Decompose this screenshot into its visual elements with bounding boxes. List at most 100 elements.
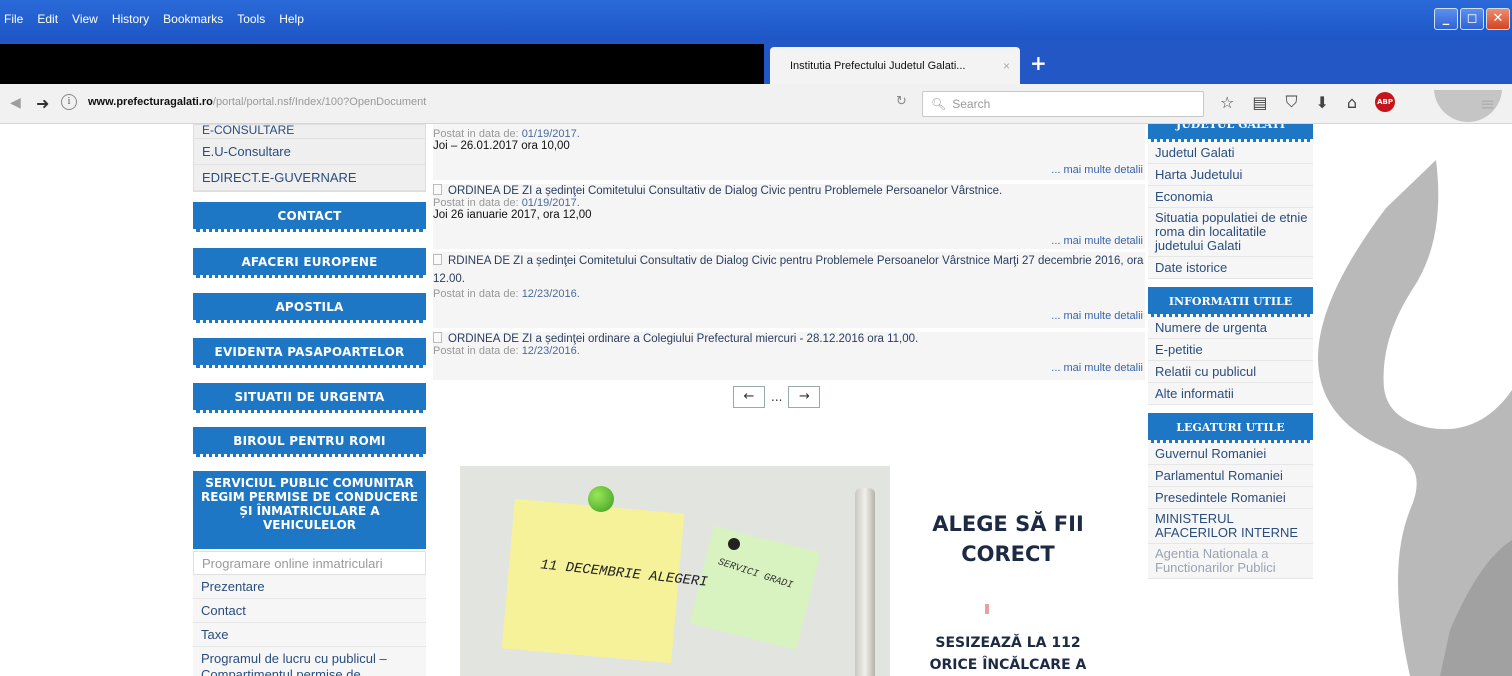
navigation-toolbar: ◀ ➜ i www.prefecturagalati.ro/portal/por… (0, 84, 1512, 124)
minimize-button[interactable]: _ (1434, 8, 1458, 30)
left-menu-item[interactable]: E.U-Consultare (194, 139, 425, 165)
news-item: ORDINEA DE ZI a ședinţei ordinare a Cole… (433, 332, 1145, 380)
news-posted-date: Postat in data de: 12/23/2016. (433, 345, 1145, 357)
menu-help[interactable]: Help (279, 12, 304, 26)
bookmark-star-icon[interactable]: ☆ (1220, 93, 1234, 112)
news-title-link[interactable]: ORDINEA DE ZI a ședinţei ordinare a Cole… (433, 332, 1145, 345)
menu-history[interactable]: History (112, 12, 149, 26)
left-menu-item[interactable]: E-CONSULTARE (194, 125, 425, 139)
adblock-icon[interactable]: ABP (1375, 92, 1396, 112)
sub-menu-item-taxe[interactable]: Taxe (193, 623, 426, 647)
right-link-relatii-public[interactable]: Relatii cu publicul (1148, 361, 1313, 383)
black-magnet-icon (728, 538, 740, 550)
left-menu-list: E-CONSULTARE E.U-Consultare EDIRECT.E-GU… (193, 124, 426, 192)
url-host: www.prefecturagalati.ro (88, 96, 213, 108)
right-link-presedintele[interactable]: Presedintele Romaniei (1148, 487, 1313, 509)
more-details-link[interactable]: ... mai multe detalii (1051, 164, 1143, 176)
news-item: RDINEA DE ZI a ședinţei Comitetului Cons… (433, 252, 1145, 328)
posted-label: Postat in data de: (433, 128, 519, 140)
sub-menu-item-contact[interactable]: Contact (193, 599, 426, 623)
serviciul-public-comunitar-button[interactable]: SERVICIUL PUBLIC COMUNITAR REGIM PERMISE… (193, 471, 426, 549)
more-details-link[interactable]: ... mai multe detalii (1051, 310, 1143, 322)
menu-edit[interactable]: Edit (37, 12, 58, 26)
menu-bookmarks[interactable]: Bookmarks (163, 12, 223, 26)
search-input[interactable]: 🔍︎ Search (922, 91, 1204, 117)
right-link-judetul[interactable]: Judetul Galati (1148, 142, 1313, 164)
news-title-link[interactable]: RDINEA DE ZI a ședinţei Comitetului Cons… (433, 252, 1145, 288)
news-title-text: ORDINEA DE ZI a ședinţei ordinare a Cole… (448, 333, 919, 345)
biroul-pentru-romi-button[interactable]: BIROUL PENTRU ROMI (193, 427, 426, 457)
news-text: Joi 26 ianuarie 2017, ora 12,00 (433, 209, 592, 221)
permise-sub-menu: Programare online inmatriculari Prezenta… (193, 551, 426, 676)
tab-close-icon[interactable]: × (1003, 59, 1010, 73)
home-icon[interactable]: ⌂ (1347, 93, 1357, 112)
downloads-icon[interactable]: ⬇ (1315, 93, 1328, 112)
sub-menu-item-prezentare[interactable]: Prezentare (193, 575, 426, 599)
maximize-button[interactable]: ◻ (1460, 8, 1484, 30)
posted-date-value: 12/23/2016. (521, 288, 580, 300)
sub-menu-item-program[interactable]: Programul de lucru cu publicul – Compart… (193, 647, 426, 676)
news-item: ORDINEA DE ZI a ședinţei Comitetului Con… (433, 184, 1145, 249)
news-title-link[interactable]: ORDINEA DE ZI a ședinţei Comitetului Con… (433, 184, 1145, 197)
news-item: Postat in data de: 01/19/2017. Joi – 26.… (433, 124, 1145, 180)
right-link-situatia-romi[interactable]: Situatia populatiei de etnie roma din lo… (1148, 208, 1313, 257)
right-link-mai[interactable]: MINISTERUL AFACERILOR INTERNE (1148, 509, 1313, 544)
judet-header: JUDETUL GALATI (1148, 124, 1313, 142)
banner-red-mark (985, 604, 989, 614)
green-magnet-icon (588, 486, 614, 512)
right-navigation: JUDETUL GALATI Judetul Galati Harta Jude… (1148, 124, 1313, 579)
apostila-button[interactable]: APOSTILA (193, 293, 426, 323)
right-link-e-petitie[interactable]: E-petitie (1148, 339, 1313, 361)
right-link-alte-informatii[interactable]: Alte informatii (1148, 383, 1313, 405)
sub-menu-item-programare[interactable]: Programare online inmatriculari (193, 551, 426, 575)
right-link-parlamentul[interactable]: Parlamentul Romaniei (1148, 465, 1313, 487)
new-tab-button[interactable]: + (1030, 52, 1047, 74)
next-page-button[interactable]: → (788, 386, 821, 408)
search-icon: 🔍︎ (931, 97, 947, 111)
election-banner-image[interactable]: 11 DECEMBRIE ALEGERI SERVICI GRADI (460, 466, 890, 676)
hamburger-menu-icon[interactable]: ≡ (1480, 94, 1495, 115)
tab-title: Institutia Prefectului Judetul Galati... (790, 59, 966, 72)
contact-button[interactable]: CONTACT (193, 202, 426, 232)
afaceri-europene-button[interactable]: AFACERI EUROPENE (193, 248, 426, 278)
back-arrow-icon[interactable]: ◀ (10, 95, 21, 111)
site-info-icon[interactable]: i (61, 94, 77, 110)
menu-file[interactable]: File (4, 12, 23, 26)
forward-arrow-icon[interactable]: ➜ (36, 94, 49, 113)
title-bar: File Edit View History Bookmarks Tools H… (0, 0, 1512, 40)
news-posted-date: Postat in data de: 12/23/2016. (433, 288, 1145, 300)
right-link-anfp[interactable]: Agentia Nationala a Functionarilor Publi… (1148, 544, 1313, 579)
close-window-button[interactable]: ✕ (1486, 8, 1510, 30)
address-bar[interactable]: www.prefecturagalati.ro/portal/portal.ns… (88, 96, 426, 108)
menu-view[interactable]: View (72, 12, 98, 26)
pagination: ← ... → (733, 386, 821, 408)
evidenta-pasapoartelor-button[interactable]: EVIDENTA PASAPOARTELOR (193, 338, 426, 368)
informatii-utile-header: INFORMATII UTILE (1148, 287, 1313, 317)
tab-prefectura[interactable]: Institutia Prefectului Judetul Galati...… (770, 47, 1020, 84)
more-details-link[interactable]: ... mai multe detalii (1051, 362, 1143, 374)
menu-tools[interactable]: Tools (237, 12, 265, 26)
posted-date-value: 12/23/2016. (521, 345, 580, 357)
news-title-text: ORDINEA DE ZI a ședinţei Comitetului Con… (448, 185, 1003, 197)
window-controls: _ ◻ ✕ (1434, 8, 1510, 30)
reload-icon[interactable]: ↻ (896, 94, 907, 109)
situatii-de-urgenta-button[interactable]: SITUATII DE URGENTA (193, 383, 426, 413)
legaturi-utile-header: LEGATURI UTILE (1148, 413, 1313, 443)
right-link-economia[interactable]: Economia (1148, 186, 1313, 208)
news-posted-date: Postat in data de: 01/19/2017. (433, 124, 1145, 140)
right-link-numere-urgenta[interactable]: Numere de urgenta (1148, 317, 1313, 339)
right-link-date-istorice[interactable]: Date istorice (1148, 257, 1313, 279)
left-navigation: E-CONSULTARE E.U-Consultare EDIRECT.E-GU… (193, 124, 426, 676)
fridge-handle (855, 488, 875, 676)
left-menu-item[interactable]: EDIRECT.E-GUVERNARE (194, 165, 425, 191)
right-link-guvernul[interactable]: Guvernul Romaniei (1148, 443, 1313, 465)
green-sticky-note (689, 526, 821, 650)
more-details-link[interactable]: ... mai multe detalii (1051, 235, 1143, 247)
reading-list-icon[interactable]: ▤ (1252, 93, 1267, 112)
pocket-icon[interactable]: ⛉ (1285, 92, 1297, 112)
prev-page-button[interactable]: ← (733, 386, 765, 408)
banner-slogan-subline: SESIZEAZĂ LA 112 ORICE ÎNCĂLCARE A (929, 635, 1087, 673)
posted-label: Postat in data de: (433, 288, 519, 300)
toolbar-icons: ☆ ▤ ⛉ ⬇ ⌂ ABP (1220, 92, 1396, 112)
right-link-harta[interactable]: Harta Judetului (1148, 164, 1313, 186)
